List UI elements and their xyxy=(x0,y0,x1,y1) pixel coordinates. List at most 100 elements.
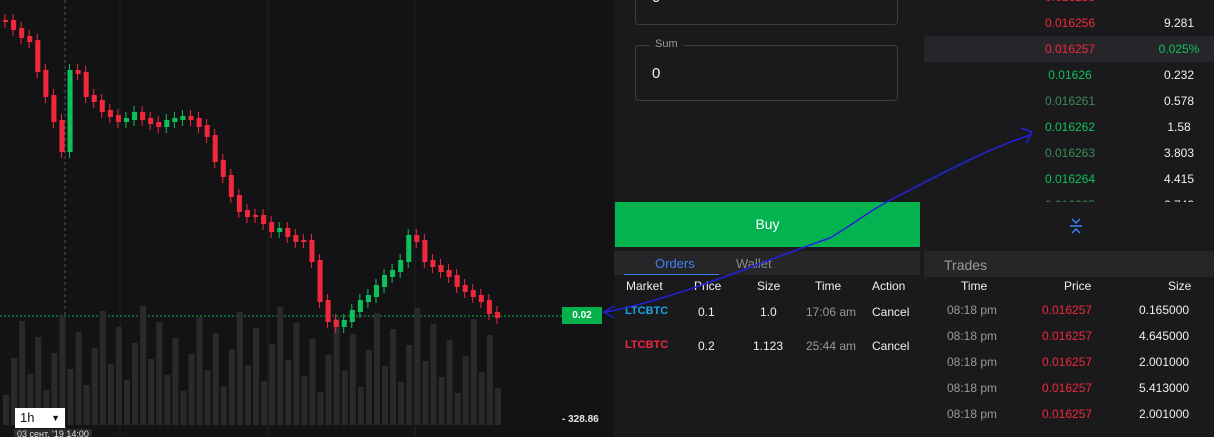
volume-bar xyxy=(341,371,348,425)
candle-body xyxy=(349,310,355,322)
trade-size: 4.645000 xyxy=(1139,329,1190,343)
candle-body xyxy=(333,320,339,327)
volume-value-label: - 328.86 xyxy=(562,414,599,425)
candle-body xyxy=(27,36,33,42)
chevron-down-icon: ▼ xyxy=(51,413,60,423)
candle-body xyxy=(462,285,468,292)
volume-bar xyxy=(494,388,501,425)
order-market: LTCBTC xyxy=(625,339,669,351)
trades-header: Trades xyxy=(924,251,1214,277)
candle-body xyxy=(486,300,492,314)
order-book-row[interactable]: 0.016262 1.58 xyxy=(924,114,1214,140)
active-tab-indicator xyxy=(624,274,719,275)
volume-bar xyxy=(196,317,203,425)
column-header-time: Time xyxy=(815,279,842,293)
spread-percent: 0.025% xyxy=(1158,42,1200,56)
candle-body xyxy=(107,110,113,117)
candle-body xyxy=(220,160,226,177)
volume-bar xyxy=(204,370,211,425)
volume-bar xyxy=(261,381,268,425)
order-book-row[interactable]: 0.016264 4.415 xyxy=(924,166,1214,192)
candle-body xyxy=(140,112,146,120)
volume-bar xyxy=(438,377,445,425)
candle-body xyxy=(164,120,170,127)
sum-field[interactable]: Sum 0 xyxy=(635,38,898,101)
column-header-action: Action xyxy=(872,279,906,293)
price-field-value: 0 xyxy=(652,0,660,6)
volume-bar xyxy=(244,365,251,425)
volume-bar xyxy=(236,312,243,425)
order-book-row[interactable]: 0.016255 xyxy=(924,0,1214,10)
order-book-row[interactable]: 0.016263 3.803 xyxy=(924,140,1214,166)
order-book-row[interactable]: 0.016261 0.578 xyxy=(924,88,1214,114)
cancel-order-button[interactable]: Cancel xyxy=(872,305,909,319)
volume-bar xyxy=(309,339,316,425)
candle-body xyxy=(470,290,476,297)
volume-bar xyxy=(446,340,453,425)
candle-body xyxy=(253,215,259,217)
candle-body xyxy=(212,135,218,162)
volume-bar xyxy=(123,380,131,425)
price-field[interactable]: 0 xyxy=(635,0,898,25)
candle-body xyxy=(115,115,121,122)
volume-bar xyxy=(325,355,332,425)
book-price: 0.016257 xyxy=(1044,42,1096,56)
candle-body xyxy=(244,210,250,217)
volume-bar xyxy=(430,324,437,425)
candle-body xyxy=(398,260,404,272)
candle-body xyxy=(236,195,242,212)
price-chart[interactable]: 0.02 - 328.86 1h ▼ 03 сент. '19 14:00 xyxy=(0,0,614,437)
cancel-order-button[interactable]: Cancel xyxy=(872,339,909,353)
buy-button[interactable]: Buy xyxy=(615,202,920,247)
volume-bar xyxy=(172,338,179,425)
volume-bar xyxy=(253,328,260,425)
current-price-label: 0.02 xyxy=(562,307,602,324)
candle-body xyxy=(446,270,452,277)
trade-size: 0.165000 xyxy=(1139,303,1190,317)
volume-bar xyxy=(3,395,10,425)
crosshair-date-label: 03 сент. '19 14:00 xyxy=(14,429,92,437)
order-book-row[interactable]: 0.01626 0.232 xyxy=(924,62,1214,88)
trade-time: 08:18 pm xyxy=(947,329,998,343)
interval-select[interactable]: 1h ▼ xyxy=(15,408,65,428)
tab-orders[interactable]: Orders xyxy=(655,256,695,271)
volume-bar xyxy=(67,369,74,425)
volume-bar xyxy=(156,322,163,425)
volume-bar xyxy=(99,311,106,425)
volume-bar xyxy=(406,345,413,425)
order-price: 0.2 xyxy=(698,339,715,353)
orders-tab-bar: Orders Wallet xyxy=(614,251,920,275)
volume-bar xyxy=(301,376,308,425)
column-header-size: Size xyxy=(757,279,781,293)
volume-bar xyxy=(91,348,98,425)
book-price: 0.01626 xyxy=(1048,68,1092,82)
tab-wallet[interactable]: Wallet xyxy=(736,256,772,271)
volume-bar xyxy=(132,343,139,425)
book-size: 1.58 xyxy=(1167,120,1191,134)
column-header-market: Market xyxy=(626,279,663,293)
volume-bar xyxy=(349,334,356,425)
candle-body xyxy=(172,118,178,122)
candle-body xyxy=(430,260,436,267)
volume-bar xyxy=(470,319,477,425)
volume-bar xyxy=(365,350,372,425)
book-price: 0.016262 xyxy=(1044,120,1096,134)
order-book-row-partial[interactable]: 0.016265 2.742 xyxy=(924,192,1214,202)
expand-vertical-icon[interactable] xyxy=(1066,216,1086,236)
volume-bar xyxy=(390,329,397,425)
order-book-row[interactable]: 0.016256 9.281 xyxy=(924,10,1214,36)
volume-bar xyxy=(285,360,292,425)
trade-price: 0.016257 xyxy=(1042,329,1093,343)
volume-bar xyxy=(333,318,340,425)
trade-time: 08:18 pm xyxy=(947,381,998,395)
column-header-price: Price xyxy=(1064,279,1092,293)
book-price: 0.016261 xyxy=(1044,94,1096,108)
candle-body xyxy=(123,118,130,122)
column-header-time: Time xyxy=(961,279,988,293)
volume-bar xyxy=(75,332,82,425)
candle-body xyxy=(406,235,412,262)
order-book-spread-row[interactable]: 0.016257 0.025% xyxy=(924,36,1214,62)
candlestick-chart[interactable] xyxy=(0,0,614,437)
volume-bar xyxy=(228,349,235,425)
volume-bar xyxy=(164,375,171,425)
